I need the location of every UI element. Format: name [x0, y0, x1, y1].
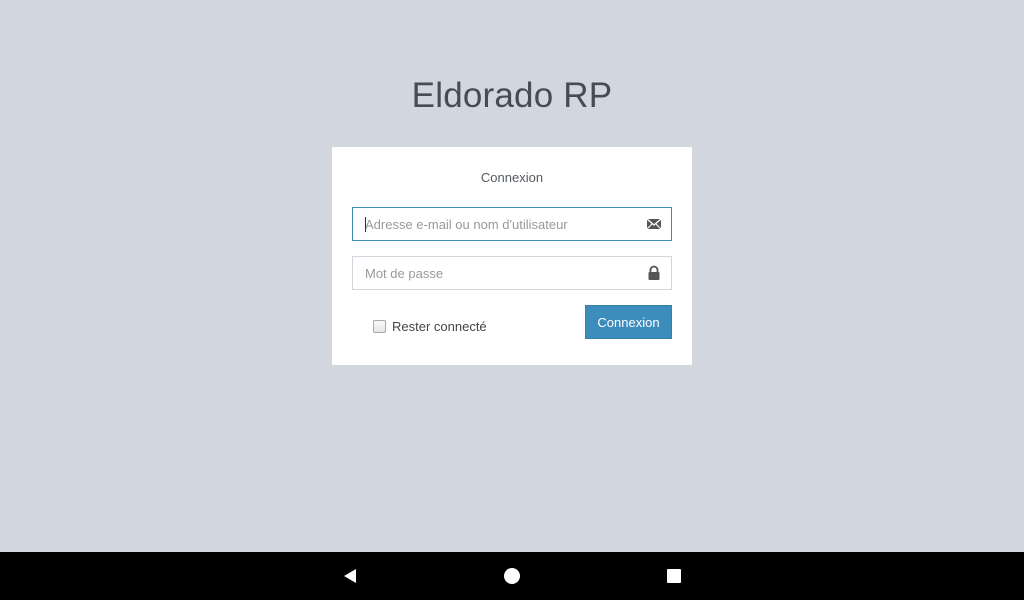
recent-apps-button[interactable] [662, 564, 686, 588]
email-input[interactable] [353, 208, 671, 240]
back-triangle-icon [344, 569, 356, 583]
android-navigation-bar [0, 552, 1024, 600]
email-field[interactable] [352, 207, 672, 241]
text-caret [365, 217, 366, 232]
back-button[interactable] [338, 564, 362, 588]
login-box: Connexion Rester connecté Connexion [332, 147, 692, 365]
remember-checkbox[interactable] [373, 319, 386, 333]
home-button[interactable] [500, 564, 524, 588]
lock-icon [648, 265, 660, 280]
login-page: Eldorado RP Connexion Rester connecté [0, 0, 1024, 552]
remember-me[interactable]: Rester connecté [373, 318, 487, 334]
password-field[interactable] [352, 256, 672, 290]
recent-square-icon [667, 569, 681, 583]
remember-label: Rester connecté [392, 318, 487, 334]
password-input[interactable] [353, 257, 671, 289]
login-box-title: Connexion [480, 170, 544, 185]
home-circle-icon [504, 568, 520, 584]
login-button[interactable]: Connexion [585, 305, 672, 339]
envelope-icon [646, 218, 662, 230]
brand-title: Eldorado RP [411, 76, 613, 115]
